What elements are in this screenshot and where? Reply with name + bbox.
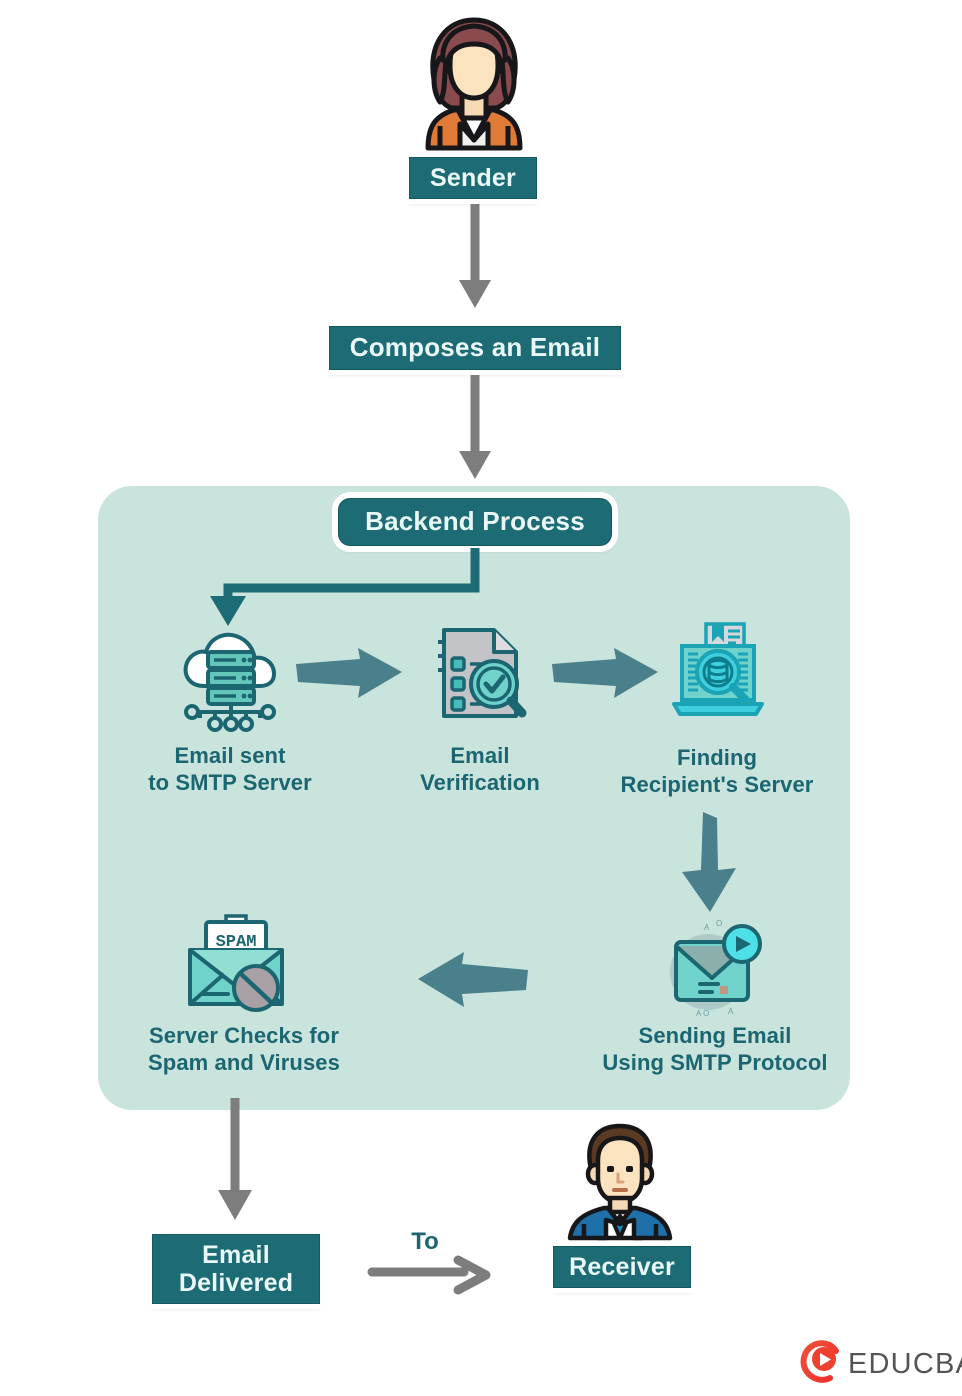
svg-text:A: A bbox=[728, 1007, 734, 1016]
arrow-compose-to-backend bbox=[455, 375, 495, 485]
receiver-label: Receiver bbox=[553, 1246, 691, 1288]
sender-label-text: Sender bbox=[430, 164, 516, 192]
envelope-send-icon: AO A OA bbox=[656, 916, 766, 1020]
composes-email-text: Composes an Email bbox=[349, 332, 601, 363]
step-4-caption: Sending Email Using SMTP Protocol bbox=[570, 1022, 860, 1077]
step-2-line2: Verification bbox=[420, 770, 540, 796]
step-3-caption: Finding Recipient's Server bbox=[588, 744, 846, 799]
receiver-label-text: Receiver bbox=[569, 1253, 675, 1281]
email-delivered-line1: Email bbox=[202, 1241, 270, 1269]
educba-logo-icon bbox=[800, 1340, 844, 1384]
step-2-line1: Email bbox=[450, 743, 510, 768]
arrow-delivered-to-receiver bbox=[367, 1255, 492, 1295]
step-5-line1: Server Checks for bbox=[148, 1023, 340, 1048]
step-1-line2: to SMTP Server bbox=[148, 770, 312, 796]
laptop-database-search-icon bbox=[668, 622, 768, 722]
arrow-panel-to-delivered bbox=[215, 1098, 255, 1224]
receiver-avatar-icon bbox=[556, 1120, 684, 1244]
svg-text:A O: A O bbox=[696, 1009, 709, 1018]
step-3-line1: Finding bbox=[676, 745, 758, 770]
arrow-step2-to-step3 bbox=[552, 646, 660, 702]
diagram-canvas: Sender Composes an Email Backend Process bbox=[0, 0, 962, 1396]
arrow-sender-to-compose bbox=[455, 204, 495, 314]
step-3-line2: Recipient's Server bbox=[620, 772, 814, 798]
educba-brand-label: EDUCBA bbox=[848, 1348, 962, 1380]
step-4-line2: Using SMTP Protocol bbox=[602, 1050, 828, 1076]
composes-email-label: Composes an Email bbox=[329, 326, 621, 370]
email-delivered-line2: Delivered bbox=[178, 1269, 294, 1297]
connector-backend-to-step1 bbox=[190, 548, 500, 636]
step-4-line1: Sending Email bbox=[638, 1023, 792, 1048]
sender-label: Sender bbox=[409, 157, 537, 199]
document-check-magnifier-icon bbox=[432, 624, 528, 724]
cloud-server-icon bbox=[178, 628, 282, 732]
step-1-caption: Email sent to SMTP Server bbox=[110, 742, 350, 797]
step-5-caption: Server Checks for Spam and Viruses bbox=[108, 1022, 380, 1077]
arrow-step1-to-step2 bbox=[296, 646, 404, 702]
educba-brand-text: EDUCBA bbox=[848, 1348, 962, 1381]
step-2-caption: Email Verification bbox=[370, 742, 590, 797]
email-delivered-label: Email Delivered bbox=[152, 1234, 320, 1304]
svg-text:A: A bbox=[704, 923, 710, 932]
backend-process-label: Backend Process bbox=[338, 498, 612, 546]
step-1-line1: Email sent bbox=[174, 743, 286, 768]
sender-avatar-icon bbox=[416, 14, 532, 154]
spam-envelope-blocked-icon: SPAM bbox=[184, 912, 288, 1014]
backend-process-text: Backend Process bbox=[365, 506, 585, 537]
step-5-line2: Spam and Viruses bbox=[148, 1050, 340, 1076]
to-label: To bbox=[395, 1228, 455, 1256]
arrow-step3-to-step4 bbox=[660, 808, 770, 916]
to-label-text: To bbox=[411, 1228, 439, 1255]
arrow-step4-to-step5 bbox=[406, 950, 528, 1012]
svg-text:O: O bbox=[716, 919, 722, 928]
